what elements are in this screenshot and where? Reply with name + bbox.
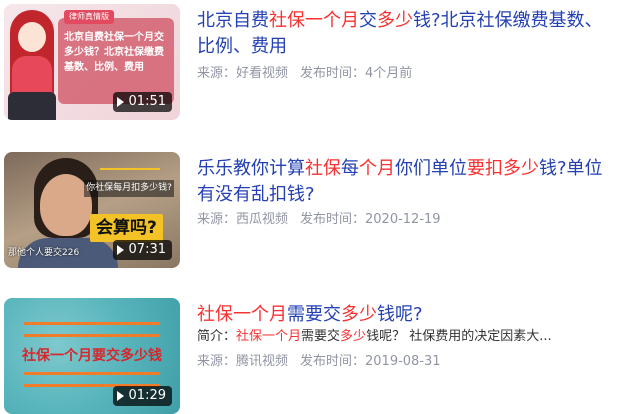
snippet-text: 钱呢？ 社保费用的决定因素大... <box>366 329 552 344</box>
video-thumbnail[interactable]: 律师真情版 北京自费社保一个月交多少钱？北京社保缴费基数、比例、费用 01:51 <box>4 4 180 120</box>
title-highlight: 社保一个月 <box>197 304 287 325</box>
video-source: 来源：腾讯视频 <box>197 354 289 369</box>
title-text: 钱呢? <box>377 304 423 325</box>
thumbnail-tag: 律师真情版 <box>64 10 114 24</box>
thumbnail-caption: 你社保每月扣多少钱? <box>84 180 174 197</box>
decorative-line <box>100 168 160 170</box>
video-meta: 来源：好看视频 发布时间：4个月前 <box>197 64 412 84</box>
title-highlight: 多少 <box>341 304 377 325</box>
title-highlight: 要扣多少 <box>467 158 539 179</box>
presenter-skirt <box>8 92 56 120</box>
title-highlight: 个月 <box>359 158 395 179</box>
video-duration: 07:31 <box>128 242 166 257</box>
video-snippet: 简介：社保一个月需要交多少钱呢？ 社保费用的决定因素大... <box>197 327 617 347</box>
video-publish-time: 发布时间：4个月前 <box>300 66 413 81</box>
thumbnail-overlay-text: 社保一个月要交多少钱 <box>22 348 162 364</box>
video-duration-badge: 01:51 <box>112 92 172 112</box>
video-source: 来源：好看视频 <box>197 66 289 81</box>
video-title-link[interactable]: 社保一个月需要交多少钱呢? <box>197 302 617 328</box>
video-thumbnail[interactable]: 社保一个月要交多少钱 01:29 <box>4 298 180 414</box>
title-text: 每 <box>341 158 359 179</box>
video-meta: 来源：腾讯视频 发布时间：2019-08-31 <box>197 352 441 372</box>
title-text: 需要交 <box>287 304 341 325</box>
title-text: 交 <box>359 10 377 31</box>
video-title-link[interactable]: 北京自费社保一个月交多少钱?北京社保缴费基数、比例、费用 <box>197 8 617 60</box>
thumbnail-bottom-caption: 那他个人要交226 <box>8 248 80 258</box>
decorative-stripe <box>24 372 160 375</box>
decorative-stripe <box>24 322 160 325</box>
video-duration-badge: 01:29 <box>112 386 172 406</box>
video-publish-time: 发布时间：2019-08-31 <box>300 354 441 369</box>
presenter-face <box>18 22 46 52</box>
snippet-text: 需要交 <box>301 329 341 344</box>
video-thumbnail[interactable]: 你社保每月扣多少钱? 会算吗? 那他个人要交226 07:31 <box>4 152 180 268</box>
title-highlight: 多少 <box>377 10 413 31</box>
video-source: 来源：西瓜视频 <box>197 212 289 227</box>
title-highlight: 社保 <box>305 158 341 179</box>
title-text: 北京自费 <box>197 10 269 31</box>
play-icon <box>116 245 124 255</box>
thumbnail-overlay-text: 北京自费社保一个月交多少钱？北京社保缴费基数、比例、费用 <box>64 32 164 73</box>
video-title-link[interactable]: 乐乐教你计算社保每个月你们单位要扣多少钱?单位有没有乱扣钱? <box>197 156 617 208</box>
snippet-highlight: 社保一个月 <box>236 329 302 344</box>
snippet-text: 简介： <box>197 329 237 344</box>
video-publish-time: 发布时间：2020-12-19 <box>300 212 441 227</box>
video-meta: 来源：西瓜视频 发布时间：2020-12-19 <box>197 210 441 230</box>
play-icon <box>116 97 124 107</box>
snippet-highlight: 多少 <box>340 329 367 344</box>
play-icon <box>116 391 124 401</box>
title-highlight: 社保一个月 <box>269 10 359 31</box>
decorative-stripe <box>24 334 160 337</box>
video-duration: 01:51 <box>128 94 166 109</box>
video-duration: 01:29 <box>128 388 166 403</box>
video-duration-badge: 07:31 <box>112 240 172 260</box>
thumbnail-big-text: 会算吗? <box>90 214 163 242</box>
title-text: 你们单位 <box>395 158 467 179</box>
title-text: 乐乐教你计算 <box>197 158 305 179</box>
